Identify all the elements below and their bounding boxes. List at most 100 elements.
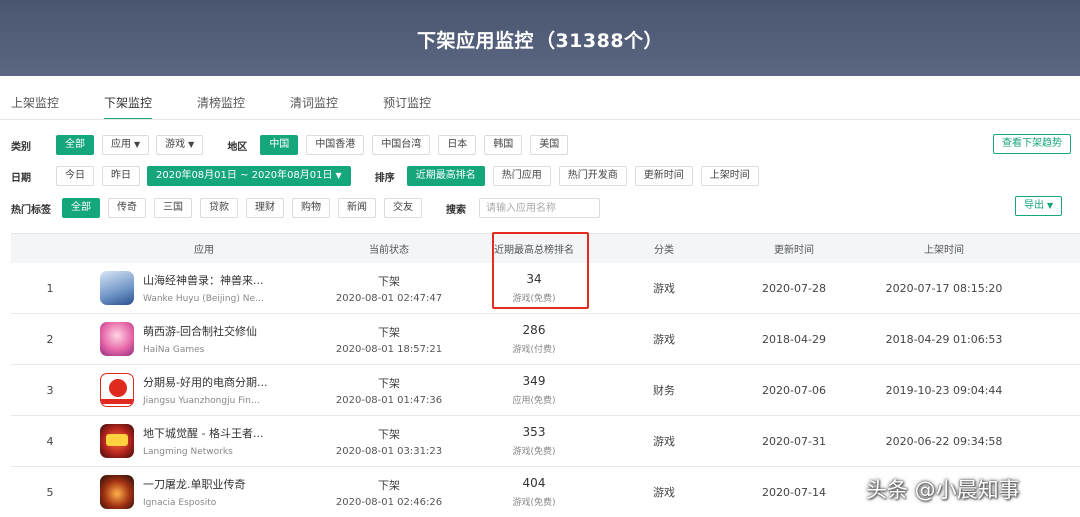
date-yesterday-button[interactable]: 昨日 bbox=[102, 166, 140, 186]
table-row[interactable]: 3 分期易-好用的电商分期... Jiangsu Yuanzhongju Fin… bbox=[11, 365, 1080, 416]
status-text: 下架 bbox=[378, 376, 400, 390]
listed-cell: 2018-04-29 01:06:53 bbox=[885, 332, 1003, 346]
tag-social-button[interactable]: 交友 bbox=[384, 198, 422, 218]
app-cell: 一刀屠龙.单职业传奇 Ignacia Esposito bbox=[89, 475, 319, 509]
date-today-button[interactable]: 今日 bbox=[56, 166, 94, 186]
export-dropdown[interactable]: 导出 ▼ bbox=[1015, 196, 1063, 216]
page-header: 下架应用监控 （31388个） bbox=[0, 0, 1080, 76]
rank-value: 404 bbox=[522, 476, 546, 490]
sort-hot-apps-button[interactable]: 热门应用 bbox=[492, 166, 551, 186]
table-row[interactable]: 2 萌西游-回合制社交修仙 HaiNa Games 下架 2020-08-01 … bbox=[11, 314, 1080, 365]
updated-cell: 2020-07-28 bbox=[762, 281, 826, 295]
app-cell: 山海经神兽录：神兽来... Wanke Huyu (Beijing) Netw.… bbox=[89, 271, 319, 305]
logo-band bbox=[101, 399, 133, 404]
app-name[interactable]: 一刀屠龙.单职业传奇 bbox=[143, 476, 246, 492]
updated-cell: 2020-07-14 bbox=[762, 485, 826, 499]
status-time: 2020-08-01 01:47:36 bbox=[335, 394, 443, 406]
search-input[interactable] bbox=[479, 198, 600, 218]
app-icon[interactable] bbox=[100, 322, 134, 356]
updated-cell: 2018-04-29 bbox=[762, 332, 826, 346]
tag-three-kingdoms-button[interactable]: 三国 bbox=[154, 198, 192, 218]
category-game-label: 游戏 bbox=[165, 139, 186, 150]
tag-legend-button[interactable]: 传奇 bbox=[108, 198, 146, 218]
tab-keyword-clear-monitor[interactable]: 清词监控 bbox=[290, 94, 338, 120]
app-name[interactable]: 分期易-好用的电商分期... bbox=[143, 374, 267, 390]
total-count: （31388个） bbox=[535, 30, 664, 52]
header-rank[interactable]: 近期最高总榜排名 bbox=[459, 241, 609, 256]
date-range-value: 2020年08月01日 ~ 2020年08月01日 bbox=[156, 170, 333, 181]
category-label: 类别 bbox=[11, 141, 31, 153]
row-index: 2 bbox=[46, 332, 54, 346]
app-name[interactable]: 萌西游-回合制社交修仙 bbox=[143, 323, 257, 339]
tag-loan-button[interactable]: 贷款 bbox=[200, 198, 238, 218]
tag-finance-button[interactable]: 理财 bbox=[246, 198, 284, 218]
app-cell: 分期易-好用的电商分期... Jiangsu Yuanzhongju Finan… bbox=[89, 373, 319, 407]
app-icon[interactable] bbox=[100, 271, 134, 305]
app-icon[interactable] bbox=[100, 475, 134, 509]
page-title-text: 下架应用监控 bbox=[416, 30, 534, 52]
region-hongkong-button[interactable]: 中国香港 bbox=[306, 135, 365, 155]
category-game-dropdown[interactable]: 游戏 ▼ bbox=[156, 135, 204, 155]
tab-chart-clear-monitor[interactable]: 清榜监控 bbox=[197, 94, 245, 120]
tag-news-button[interactable]: 新闻 bbox=[338, 198, 376, 218]
region-korea-button[interactable]: 韩国 bbox=[484, 135, 523, 155]
app-icon[interactable] bbox=[100, 373, 134, 407]
region-taiwan-button[interactable]: 中国台湾 bbox=[372, 135, 431, 155]
header-category[interactable]: 分类 bbox=[609, 241, 719, 256]
status-text: 下架 bbox=[378, 427, 400, 441]
caret-down-icon: ▼ bbox=[1047, 201, 1054, 210]
status-time: 2020-08-01 18:57:21 bbox=[335, 343, 443, 355]
tab-delisting-monitor[interactable]: 下架监控 bbox=[104, 94, 153, 120]
listed-cell: 2019-10-23 09:04:44 bbox=[885, 383, 1003, 397]
tab-preorder-monitor[interactable]: 预订监控 bbox=[383, 94, 431, 120]
row-index: 3 bbox=[46, 383, 54, 397]
header-status[interactable]: 当前状态 bbox=[319, 241, 459, 256]
status-cell: 下架 2020-08-01 03:31:23 bbox=[319, 426, 459, 457]
rank-value: 349 bbox=[522, 374, 546, 388]
app-name[interactable]: 山海经神兽录：神兽来... bbox=[143, 272, 265, 288]
status-text: 下架 bbox=[378, 274, 400, 288]
app-cell: 萌西游-回合制社交修仙 HaiNa Games bbox=[89, 322, 319, 356]
page-title: 下架应用监控 （31388个） bbox=[0, 26, 1080, 53]
sort-listing-time-button[interactable]: 上架时间 bbox=[700, 166, 759, 186]
category-cell: 游戏 bbox=[653, 435, 675, 448]
region-usa-button[interactable]: 美国 bbox=[530, 135, 569, 155]
category-cell: 游戏 bbox=[653, 486, 675, 499]
app-developer: Langming Networks bbox=[143, 447, 233, 457]
rank-type: 应用(免费) bbox=[512, 396, 556, 406]
rank-type: 游戏(免费) bbox=[512, 498, 556, 508]
view-delisting-trend-button[interactable]: 查看下架趋势 bbox=[993, 134, 1071, 154]
rank-value: 34 bbox=[526, 272, 542, 286]
status-text: 下架 bbox=[378, 325, 400, 339]
header-app[interactable]: 应用 bbox=[89, 241, 319, 256]
category-cell: 游戏 bbox=[653, 282, 675, 295]
sort-label: 排序 bbox=[374, 172, 395, 184]
region-china-button[interactable]: 中国 bbox=[260, 135, 299, 155]
tabs-divider bbox=[0, 119, 1080, 120]
table-row[interactable]: 1 山海经神兽录：神兽来... Wanke Huyu (Beijing) Net… bbox=[11, 263, 1080, 314]
rank-type: 游戏(免费) bbox=[512, 447, 556, 457]
header-listed[interactable]: 上架时间 bbox=[869, 241, 1019, 256]
rank-cell: 353 游戏(免费) bbox=[459, 425, 609, 457]
row-index: 1 bbox=[46, 281, 54, 295]
header-updated[interactable]: 更新时间 bbox=[719, 241, 869, 256]
app-developer: Jiangsu Yuanzhongju Finan... bbox=[143, 396, 265, 406]
rank-cell: 286 游戏(付费) bbox=[459, 323, 609, 355]
category-cell: 游戏 bbox=[653, 333, 675, 346]
region-japan-button[interactable]: 日本 bbox=[438, 135, 477, 155]
sort-update-time-button[interactable]: 更新时间 bbox=[634, 166, 693, 186]
status-time: 2020-08-01 03:31:23 bbox=[335, 445, 443, 457]
sort-hot-developers-button[interactable]: 热门开发商 bbox=[558, 166, 627, 186]
category-app-dropdown[interactable]: 应用 ▼ bbox=[102, 135, 150, 155]
sort-recent-top-rank-button[interactable]: 近期最高排名 bbox=[406, 166, 485, 186]
tab-listing-monitor[interactable]: 上架监控 bbox=[11, 94, 59, 120]
table-row[interactable]: 4 地下城觉醒 - 格斗王者... Langming Networks 下架 2… bbox=[11, 416, 1080, 467]
app-name[interactable]: 地下城觉醒 - 格斗王者... bbox=[143, 425, 263, 441]
tag-shopping-button[interactable]: 购物 bbox=[292, 198, 330, 218]
category-all-button[interactable]: 全部 bbox=[56, 135, 94, 155]
date-range-picker[interactable]: 2020年08月01日 ~ 2020年08月01日 ▼ bbox=[147, 166, 351, 186]
tag-all-button[interactable]: 全部 bbox=[62, 198, 100, 218]
app-icon[interactable] bbox=[100, 424, 134, 458]
app-developer: Ignacia Esposito bbox=[143, 498, 217, 508]
logo-badge bbox=[106, 434, 128, 446]
